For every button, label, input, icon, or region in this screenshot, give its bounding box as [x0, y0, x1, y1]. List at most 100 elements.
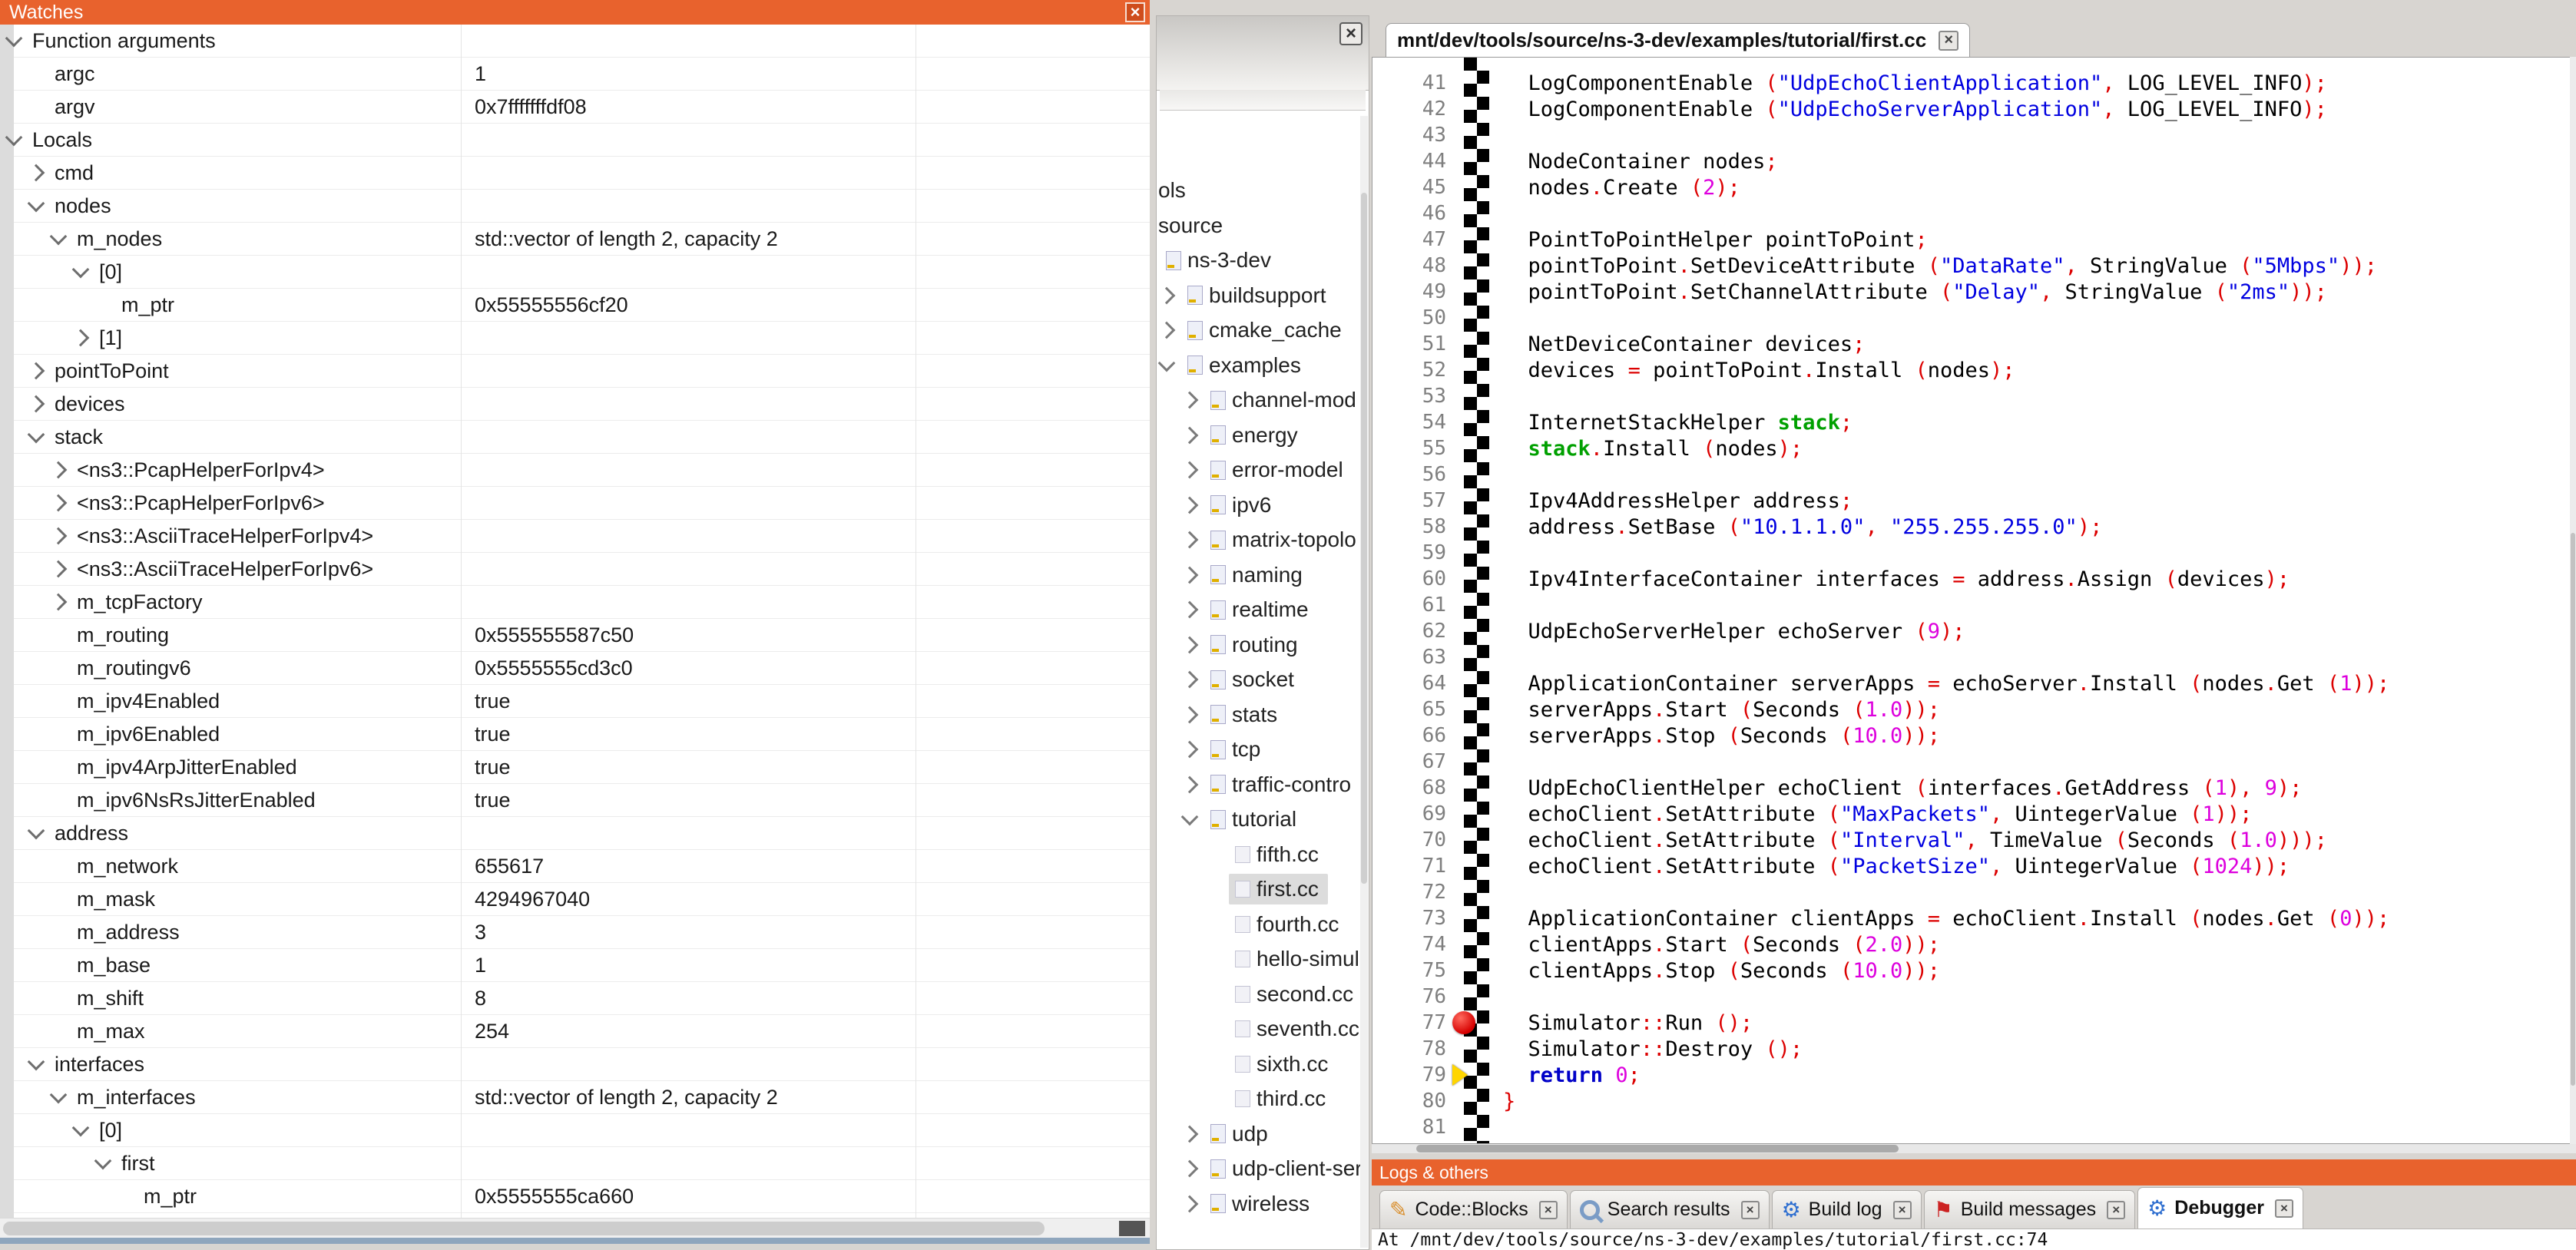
watch-row[interactable]: m_mask4294967040: [0, 883, 1150, 916]
watch-row[interactable]: m_base1: [0, 949, 1150, 982]
tree-item-error-model[interactable]: error-model: [1157, 453, 1369, 487]
close-icon[interactable]: ×: [1893, 1201, 1912, 1219]
close-icon[interactable]: ×: [2275, 1199, 2293, 1218]
tree-item-fourth-cc[interactable]: fourth.cc: [1157, 908, 1369, 941]
close-icon[interactable]: ×: [1125, 2, 1145, 22]
chevron-right-icon[interactable]: [1158, 286, 1176, 304]
tree-item-realtime[interactable]: realtime: [1157, 593, 1369, 627]
chevron-down-icon[interactable]: [1158, 354, 1176, 372]
watch-row[interactable]: first: [0, 1147, 1150, 1180]
logs-titlebar[interactable]: Logs & others: [1372, 1159, 2576, 1186]
chevron-down-icon[interactable]: [28, 426, 45, 444]
tree-item-udp[interactable]: udp: [1157, 1117, 1369, 1151]
scrollbar-thumb[interactable]: [3, 1222, 1045, 1235]
watch-row[interactable]: [1]: [0, 322, 1150, 355]
chevron-right-icon[interactable]: [50, 461, 68, 479]
chevron-down-icon[interactable]: [28, 822, 45, 840]
watch-row[interactable]: m_ptr0x55555556cf20: [0, 289, 1150, 322]
tree-item-energy[interactable]: energy: [1157, 418, 1369, 452]
chevron-right-icon[interactable]: [1181, 671, 1199, 689]
tree-item-ns-3-dev[interactable]: ns-3-dev: [1157, 243, 1369, 277]
tree-item-tcp[interactable]: tcp: [1157, 732, 1369, 766]
chevron-right-icon[interactable]: [50, 527, 68, 545]
watch-row[interactable]: argc1: [0, 58, 1150, 91]
watch-row[interactable]: interfaces: [0, 1048, 1150, 1081]
chevron-down-icon[interactable]: [94, 1152, 112, 1170]
editor-horizontal-scrollbar[interactable]: [1372, 1144, 2576, 1153]
close-icon[interactable]: ×: [1539, 1201, 1558, 1219]
chevron-right-icon[interactable]: [1181, 1125, 1199, 1143]
watch-row[interactable]: m_ipv6Enabledtrue: [0, 718, 1150, 751]
watches-horizontal-scrollbar[interactable]: [0, 1218, 1150, 1238]
chevron-down-icon[interactable]: [28, 1053, 45, 1071]
chevron-right-icon[interactable]: [1181, 392, 1199, 409]
watch-row[interactable]: m_max254: [0, 1015, 1150, 1048]
tree-item-udp-client-ser[interactable]: udp-client-ser: [1157, 1152, 1369, 1186]
tree-item-fifth-cc[interactable]: fifth.cc: [1157, 838, 1369, 871]
chevron-right-icon[interactable]: [50, 561, 68, 578]
scrollbar-thumb[interactable]: [1416, 1145, 1899, 1152]
chevron-down-icon[interactable]: [28, 195, 45, 213]
tree-item-channel-mod[interactable]: channel-mod: [1157, 383, 1369, 417]
watch-row[interactable]: m_ipv6NsRsJitterEnabledtrue: [0, 784, 1150, 817]
chevron-down-icon[interactable]: [72, 261, 90, 279]
close-icon[interactable]: ×: [2107, 1201, 2125, 1219]
tree-item-hello-simul[interactable]: hello-simul: [1157, 942, 1369, 976]
watch-row[interactable]: m_ptr0x5555555ca660: [0, 1180, 1150, 1213]
watch-row[interactable]: cmd: [0, 157, 1150, 190]
chevron-down-icon[interactable]: [1181, 809, 1199, 826]
tree-item-sixth-cc[interactable]: sixth.cc: [1157, 1047, 1369, 1081]
chevron-right-icon[interactable]: [50, 594, 68, 611]
chevron-right-icon[interactable]: [28, 362, 45, 380]
watch-row[interactable]: m_interfacesstd::vector of length 2, cap…: [0, 1081, 1150, 1114]
tree-vertical-scrollbar[interactable]: [1360, 116, 1368, 1248]
chevron-right-icon[interactable]: [28, 395, 45, 413]
editor-vertical-scrollbar[interactable]: [2570, 57, 2576, 1144]
watch-row[interactable]: m_routing0x555555587c50: [0, 619, 1150, 652]
tree-item-seventh-cc[interactable]: seventh.cc: [1157, 1012, 1369, 1046]
chevron-right-icon[interactable]: [72, 329, 90, 347]
watch-row[interactable]: Function arguments: [0, 25, 1150, 58]
watch-row[interactable]: m_shift8: [0, 982, 1150, 1015]
chevron-right-icon[interactable]: [1181, 461, 1199, 479]
chevron-right-icon[interactable]: [1181, 1160, 1199, 1178]
chevron-right-icon[interactable]: [1181, 496, 1199, 514]
watch-row[interactable]: <ns3::PcapHelperForIpv6>: [0, 487, 1150, 520]
log-tab-debugger[interactable]: ⚙Debugger×: [2137, 1187, 2303, 1229]
editor-tab-first-cc[interactable]: mnt/dev/tools/source/ns-3-dev/examples/t…: [1386, 23, 1970, 57]
chevron-right-icon[interactable]: [1181, 566, 1199, 584]
watch-row[interactable]: m_routingv60x5555555cd3c0: [0, 652, 1150, 685]
watches-titlebar[interactable]: Watches ×: [0, 0, 1150, 25]
scrollbar-corner[interactable]: [1119, 1221, 1145, 1236]
chevron-down-icon[interactable]: [50, 228, 68, 246]
watch-row[interactable]: <ns3::AsciiTraceHelperForIpv4>: [0, 520, 1150, 553]
log-tab-search-results[interactable]: Search results×: [1570, 1190, 1770, 1229]
watch-row[interactable]: m_tcpFactory: [0, 586, 1150, 619]
watch-row[interactable]: pointToPoint: [0, 355, 1150, 388]
watch-row[interactable]: <ns3::AsciiTraceHelperForIpv6>: [0, 553, 1150, 586]
watch-row[interactable]: address: [0, 817, 1150, 850]
tree-item-stats[interactable]: stats: [1157, 698, 1369, 732]
chevron-right-icon[interactable]: [1181, 741, 1199, 759]
watch-row[interactable]: [0]: [0, 1114, 1150, 1147]
tree-item-source[interactable]: source: [1157, 209, 1369, 243]
watch-row[interactable]: stack: [0, 421, 1150, 454]
watch-row[interactable]: <ns3::PcapHelperForIpv4>: [0, 454, 1150, 487]
watch-row[interactable]: m_ipv4ArpJitterEnabledtrue: [0, 751, 1150, 784]
tree-item-routing[interactable]: routing: [1157, 628, 1369, 662]
log-tab-build-messages[interactable]: ⚑Build messages×: [1924, 1190, 2136, 1229]
tree-item-matrix-topolo[interactable]: matrix-topolo: [1157, 523, 1369, 557]
tree-item-ipv6[interactable]: ipv6: [1157, 488, 1369, 522]
watch-row[interactable]: m_ipv4Enabledtrue: [0, 685, 1150, 718]
chevron-down-icon[interactable]: [72, 1119, 90, 1137]
chevron-right-icon[interactable]: [28, 164, 45, 182]
editor-content[interactable]: 41 LogComponentEnable ("UdpEchoClientApp…: [1372, 57, 2576, 1144]
chevron-down-icon[interactable]: [50, 1086, 68, 1104]
breakpoint-icon[interactable]: [1452, 1011, 1475, 1034]
watch-row[interactable]: m_nodesstd::vector of length 2, capacity…: [0, 223, 1150, 256]
tree-item-tutorial[interactable]: tutorial: [1157, 802, 1369, 836]
chevron-right-icon[interactable]: [1181, 601, 1199, 619]
watch-row[interactable]: [0]: [0, 256, 1150, 289]
chevron-right-icon[interactable]: [1181, 1195, 1199, 1212]
chevron-right-icon[interactable]: [1181, 775, 1199, 793]
